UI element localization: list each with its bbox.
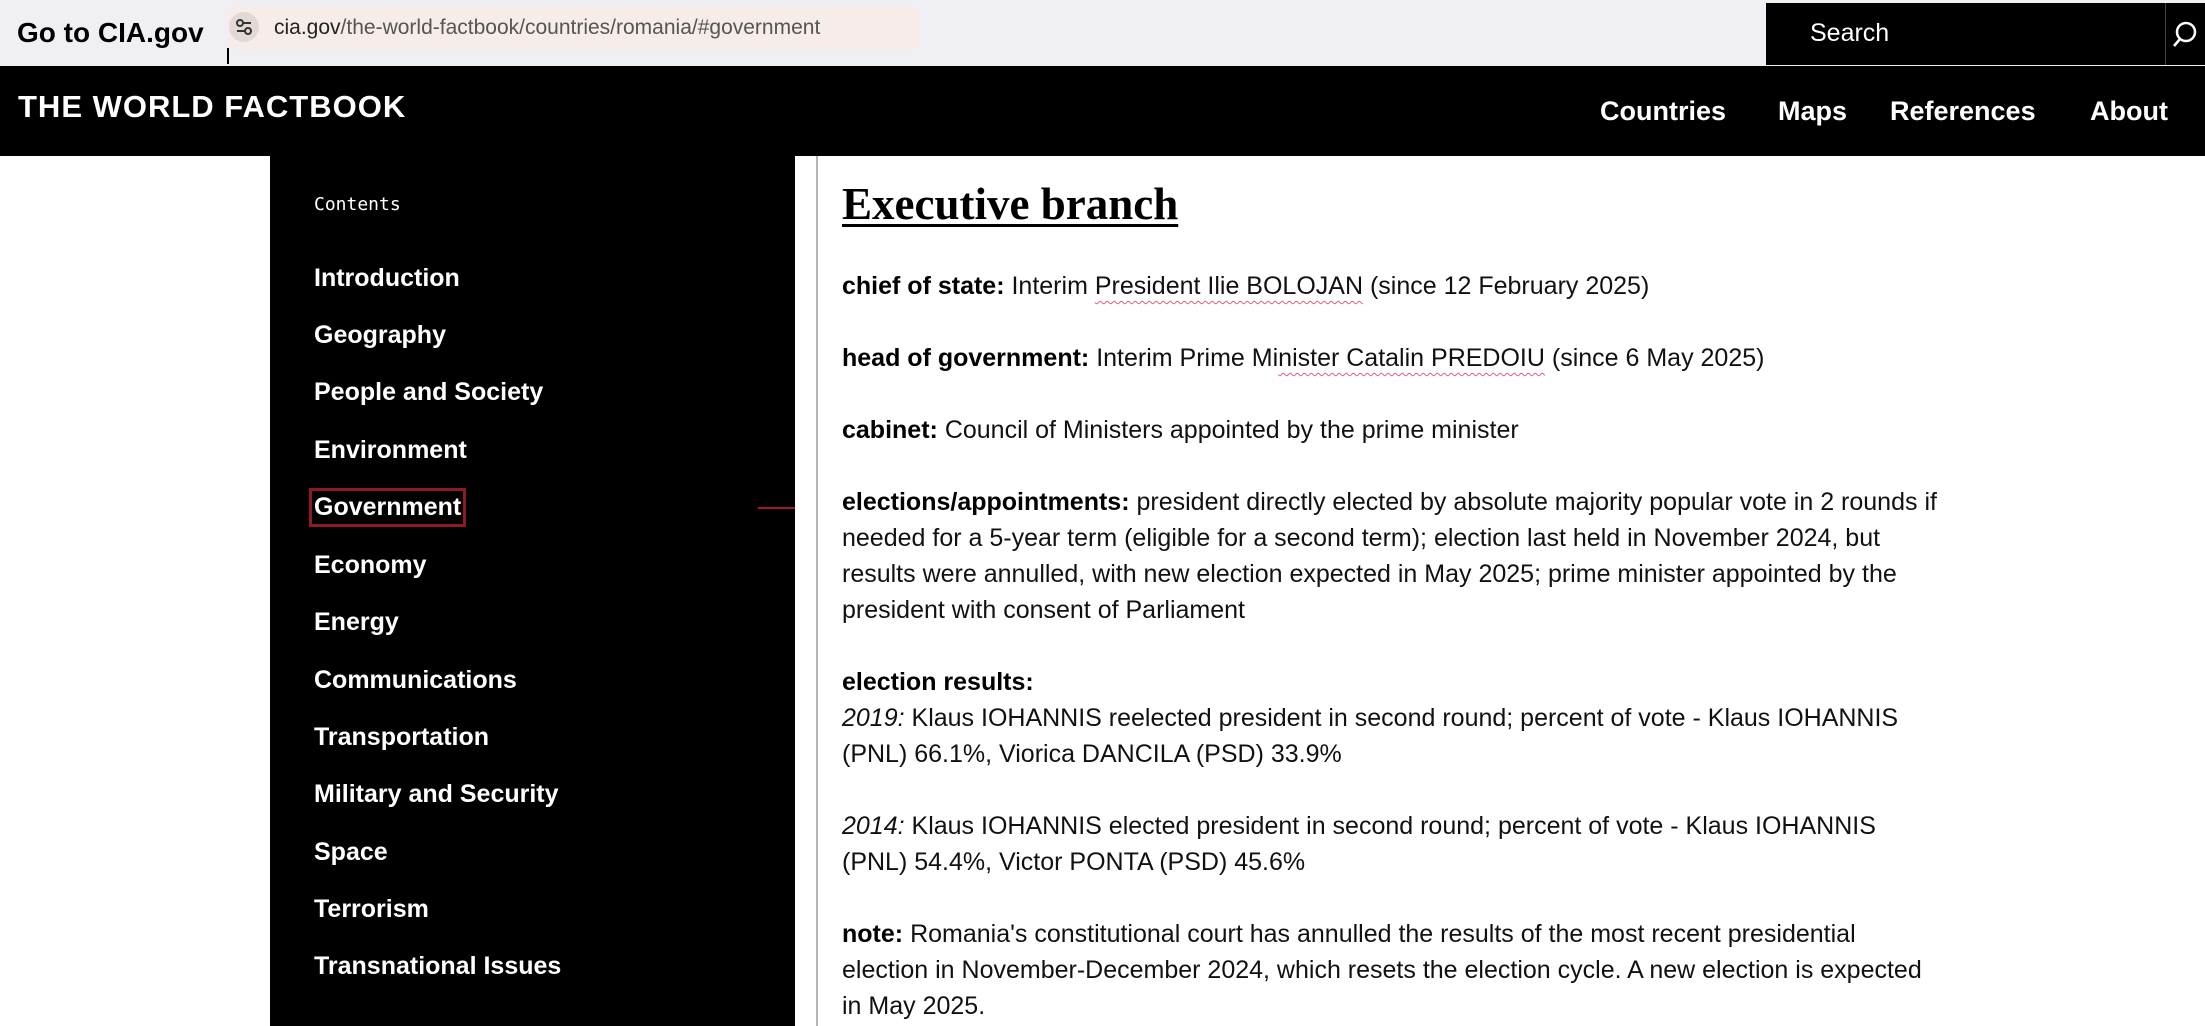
cabinet-entry: cabinet: Council of Ministers appointed … [842,412,1942,448]
toc-transportation[interactable]: Transportation [314,723,489,752]
head-of-government-entry: head of government: Interim Prime Minist… [842,340,1942,376]
search-placeholder: Search [1810,19,1890,47]
nav-countries[interactable]: Countries [1600,96,1726,127]
section-heading: Executive branch [842,179,1179,229]
chief-of-state-label: chief of state: [842,272,1005,300]
result-year: 2019: [842,704,905,732]
toc-military-and-security[interactable]: Military and Security [314,780,559,809]
nav-about[interactable]: About [2090,96,2168,127]
site-settings-icon[interactable] [229,12,259,42]
toc-energy[interactable]: Energy [314,608,399,637]
cabinet-label: cabinet: [842,416,938,444]
contents-sidebar: Contents Introduction Geography People a… [270,156,795,1026]
toc-transnational-issues[interactable]: Transnational Issues [314,952,561,981]
head-of-government-name: nister Catalin PREDOIU [1278,344,1545,372]
note-text: Romania's constitutional court has annul… [842,920,1922,1020]
site-logo[interactable]: THE WORLD FACTBOOK [18,89,406,125]
head-of-government-since: (since 6 May 2025) [1551,344,1765,372]
chief-of-state-pre: Interim [1011,272,1088,300]
go-to-cia-link[interactable]: Go to CIA.gov [17,17,204,49]
top-strip: Go to CIA.gov cia.gov/the-world-factbook… [0,0,2205,66]
text-caret [227,48,229,64]
toc-space[interactable]: Space [314,838,388,867]
election-results-2014: 2014: Klaus IOHANNIS elected president i… [842,808,1942,880]
result-text: Klaus IOHANNIS elected president in seco… [842,812,1876,876]
result-text: Klaus IOHANNIS reelected president in se… [842,704,1899,768]
result-year: 2014: [842,812,905,840]
toc-introduction[interactable]: Introduction [314,264,460,293]
search-icon [2173,21,2197,47]
nav-references[interactable]: References [1890,96,2036,127]
election-results-entry: election results: 2019: Klaus IOHANNIS r… [842,664,1942,772]
chief-of-state-entry: chief of state: Interim President Ilie B… [842,268,1942,304]
active-section-indicator [758,507,795,509]
elections-entry: elections/appointments: president direct… [842,484,1942,628]
toc-terrorism[interactable]: Terrorism [314,895,429,924]
site-header: THE WORLD FACTBOOK Countries Maps Refere… [0,66,2205,156]
content-divider [816,156,818,1026]
nav-maps[interactable]: Maps [1778,96,1847,127]
toc-environment[interactable]: Environment [314,436,467,465]
cabinet-text: Council of Ministers appointed by the pr… [944,416,1519,444]
toc-communications[interactable]: Communications [314,666,517,695]
head-of-government-label: head of government: [842,344,1090,372]
url-path: /the-world-factbook/countries/romania/#g… [340,16,821,39]
chief-of-state-since: (since 12 February 2025) [1369,272,1650,300]
head-of-government-pre: Interim Prime Mi [1096,344,1279,372]
note-entry: note: Romania's constitutional court has… [842,916,1942,1024]
url-text[interactable]: cia.gov/the-world-factbook/countries/rom… [274,16,820,40]
toc-geography[interactable]: Geography [314,321,446,350]
toc-government[interactable]: Government [308,488,467,527]
note-label: note: [842,920,904,948]
contents-label: Contents [314,194,401,215]
chief-of-state-name: President Ilie BOLOJAN [1094,272,1364,300]
url-host: cia.gov [274,16,341,39]
elections-label: elections/appointments: [842,488,1130,516]
toc-economy[interactable]: Economy [314,551,427,580]
toc-people-and-society[interactable]: People and Society [314,378,543,407]
election-results-label: election results: [842,668,1034,696]
search-button[interactable] [2166,3,2205,65]
